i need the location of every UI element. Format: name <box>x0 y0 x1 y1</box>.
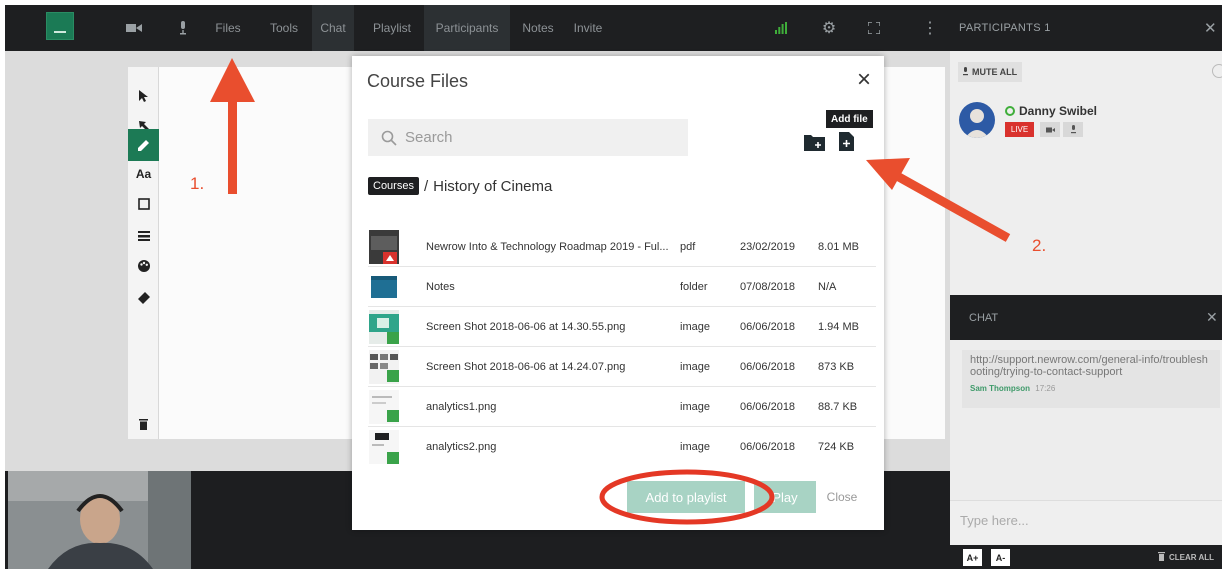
annotation-step-1: 1. <box>190 174 205 193</box>
annotation-step-2: 2. <box>1032 236 1047 255</box>
annotation-arrow-2 <box>866 158 1011 242</box>
annotation-highlight-circle <box>599 469 775 525</box>
annotation-overlay <box>210 58 1011 525</box>
annotation-arrow-1 <box>210 58 255 194</box>
app-window: Files Tools Chat Playlist Participants N… <box>0 0 1222 569</box>
